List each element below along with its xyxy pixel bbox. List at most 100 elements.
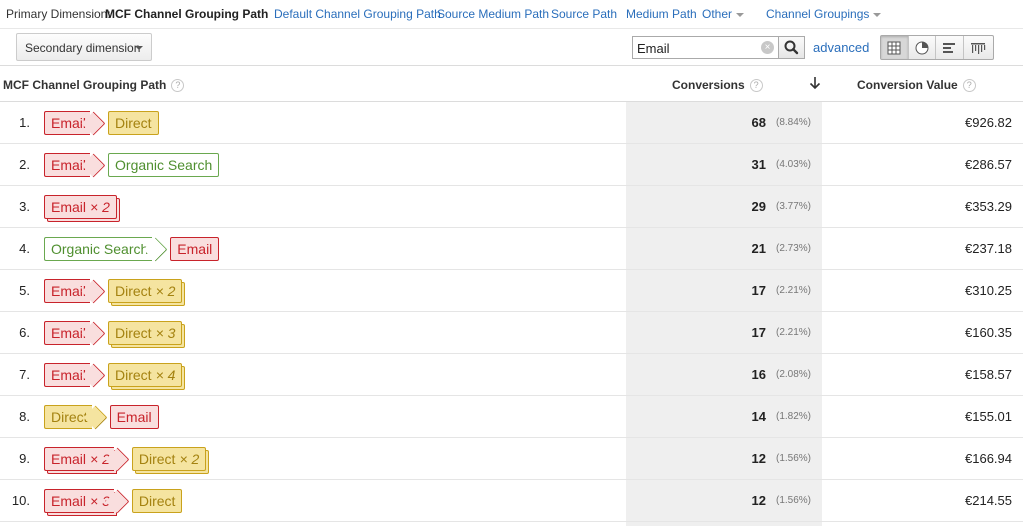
column-header-path-label: MCF Channel Grouping Path: [3, 78, 167, 92]
channel-chip-organic: Organic Search: [44, 237, 153, 261]
channel-label: Email: [51, 493, 87, 509]
conversion-value: €926.82: [965, 115, 1012, 130]
row-number: 2.: [19, 157, 30, 172]
bar-view-icon: [943, 42, 956, 53]
channel-label: Email: [51, 325, 87, 341]
pie-view-icon: [915, 41, 929, 54]
column-header-conversion-value[interactable]: Conversion Value?: [857, 78, 976, 93]
conversions-percent: (2.08%): [776, 369, 812, 380]
channel-label: Organic Search: [115, 157, 213, 173]
help-icon[interactable]: ?: [171, 79, 185, 93]
conversions-percent: (2.21%): [776, 285, 812, 296]
conversion-value: €158.57: [965, 367, 1012, 382]
row-number: 8.: [19, 409, 30, 424]
channel-chip-email: Email: [44, 279, 91, 303]
conversion-value: €155.01: [965, 409, 1012, 424]
conversion-value: €166.94: [965, 451, 1012, 466]
channel-chip-direct: Direct × 4: [108, 363, 183, 387]
row-number: 10.: [11, 493, 30, 508]
channel-path: Direct Email: [44, 405, 159, 429]
conversions-percent: (2.73%): [776, 243, 812, 254]
table-view-button[interactable]: [881, 36, 909, 59]
primary-dimension-bar: Primary Dimension: MCF Channel Grouping …: [0, 0, 1023, 29]
conversion-value: €286.57: [965, 157, 1012, 172]
table-row[interactable]: 10. Email × 3 Direct 12 (1.56%) €214.55: [0, 480, 1023, 522]
conversions-value: 17: [751, 283, 766, 298]
dimension-option-default-channel-grouping-path[interactable]: Default Channel Grouping Path: [274, 7, 441, 21]
bar-view-button[interactable]: [936, 36, 964, 59]
search-button[interactable]: [778, 36, 805, 59]
help-icon[interactable]: ?: [962, 79, 976, 93]
channel-label: Direct: [115, 367, 152, 383]
channel-label: Direct: [115, 283, 152, 299]
channel-chip-direct: Direct × 2: [131, 447, 207, 471]
search-input[interactable]: [637, 40, 759, 56]
dimension-option-source-path[interactable]: Source Path: [551, 7, 617, 21]
conversions-percent: (1.56%): [776, 495, 812, 506]
chevron-down-icon: [873, 12, 882, 17]
channel-chip-email: Email: [170, 237, 220, 261]
table-row[interactable]: 4. Organic Search Email 21 (2.73%) €237.18: [0, 228, 1023, 270]
conversions-value: 14: [751, 409, 766, 424]
conversions-value: 31: [751, 157, 766, 172]
channel-groupings-label: Channel Groupings: [766, 7, 870, 21]
advanced-filter-link[interactable]: advanced: [813, 40, 869, 55]
table-header: MCF Channel Grouping Path? Conversions? …: [0, 66, 1023, 102]
channel-groupings-dropdown[interactable]: Channel Groupings: [766, 7, 882, 21]
table-row[interactable]: 8. Direct Email 14 (1.82%) €155.01: [0, 396, 1023, 438]
dimension-option-medium-path[interactable]: Medium Path: [626, 7, 697, 21]
conversions-value: 17: [751, 325, 766, 340]
help-icon[interactable]: ?: [749, 79, 763, 93]
row-number: 9.: [19, 451, 30, 466]
sort-descending-icon[interactable]: [807, 75, 823, 91]
primary-dimension-current: MCF Channel Grouping Path: [105, 7, 269, 21]
row-number: 6.: [19, 325, 30, 340]
channel-multiplier: × 3: [155, 325, 176, 341]
table-row[interactable]: 5. Email Direct × 2 17 (2.21%) €310.25: [0, 270, 1023, 312]
table-view-icon: [887, 41, 901, 54]
channel-path: Email × 2: [44, 195, 117, 219]
conversions-value: 12: [751, 493, 766, 508]
channel-label: Direct: [51, 409, 88, 425]
channel-chip-email: Email × 2: [44, 195, 117, 219]
table-row[interactable]: 1. Email Direct 68 (8.84%) €926.82: [0, 102, 1023, 144]
channel-multiplier: × 2: [90, 451, 110, 467]
clear-icon[interactable]: ×: [761, 41, 774, 54]
conversion-value: €160.35: [965, 325, 1012, 340]
channel-label: Direct: [138, 493, 176, 509]
conversion-value: €353.29: [965, 199, 1012, 214]
pie-view-button[interactable]: [909, 36, 937, 59]
table-row[interactable]: 3. Email × 2 29 (3.77%) €353.29: [0, 186, 1023, 228]
conversions-percent: (1.82%): [776, 411, 812, 422]
conversions-value: 12: [751, 451, 766, 466]
conversions-value: 29: [751, 199, 766, 214]
channel-chip-email: Email: [44, 321, 91, 345]
channel-label: Email: [177, 241, 213, 257]
table-row[interactable]: 9. Email × 2 Direct × 2 12 (1.56%) €166.94: [0, 438, 1023, 480]
secondary-dimension-button[interactable]: Secondary dimension: [16, 33, 152, 61]
channel-label: Email: [51, 367, 87, 383]
table-row[interactable]: 7. Email Direct × 4 16 (2.08%) €158.57: [0, 354, 1023, 396]
conversions-value: 21: [751, 241, 766, 256]
comparison-view-button[interactable]: [964, 36, 993, 59]
conversions-percent: (3.77%): [776, 201, 812, 212]
conversions-value: 68: [751, 115, 766, 130]
channel-path: Organic Search Email: [44, 237, 220, 261]
table-row[interactable]: 6. Email Direct × 3 17 (2.21%) €160.35: [0, 312, 1023, 354]
channel-chip-direct: Direct: [108, 111, 159, 135]
channel-chip-email: Email: [109, 405, 159, 429]
dimension-option-other[interactable]: Other: [702, 7, 745, 21]
dimension-option-source-medium-path[interactable]: Source Medium Path: [437, 7, 549, 21]
row-number: 1.: [19, 115, 30, 130]
column-header-conversions[interactable]: Conversions?: [672, 78, 763, 93]
channel-label: Organic Search: [51, 241, 149, 257]
row-number: 4.: [19, 241, 30, 256]
column-header-path: MCF Channel Grouping Path?: [3, 78, 185, 93]
channel-label: Email: [116, 409, 152, 425]
column-header-conversions-label: Conversions: [672, 78, 745, 92]
channel-chip-email: Email: [44, 153, 91, 177]
table-toolbar: Secondary dimension × advanced: [0, 29, 1023, 66]
chevron-down-icon: [135, 46, 143, 50]
channel-chip-email: Email × 2: [44, 447, 114, 471]
table-row[interactable]: 2. Email Organic Search 31 (4.03%) €286.57: [0, 144, 1023, 186]
